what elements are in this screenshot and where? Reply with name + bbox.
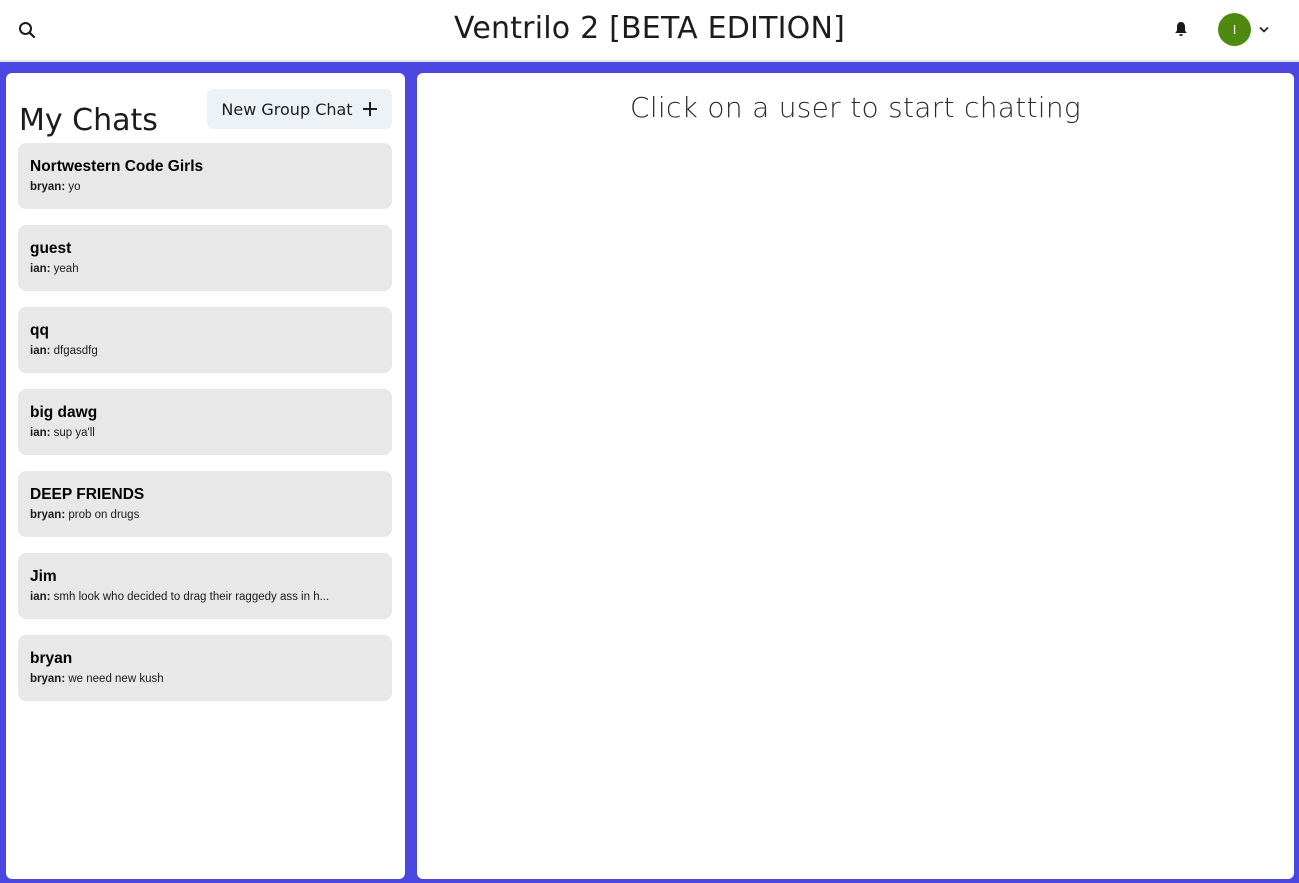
chat-name: Nortwestern Code Girls [30, 158, 204, 175]
chat-item[interactable]: bryan bryan: we need new kush [18, 635, 392, 701]
chat-message: prob on drugs [68, 509, 140, 521]
chat-preview: ian: yeah [30, 261, 380, 277]
my-chats-panel: My Chats New Group Chat Nortwestern Code… [6, 73, 405, 879]
chat-item[interactable]: Jim ian: smh look who decided to drag th… [18, 553, 392, 619]
chat-name: big dawg [30, 404, 98, 421]
chat-item[interactable]: guest ian: yeah [18, 225, 392, 291]
chat-sender: ian: [30, 263, 51, 275]
new-group-chat-button[interactable]: New Group Chat [207, 89, 392, 129]
chat-sender: ian: [30, 591, 51, 603]
chat-name: qq [30, 322, 49, 339]
chat-message: yo [68, 181, 81, 193]
chevron-down-icon [1257, 22, 1271, 36]
chat-sender: bryan: [30, 181, 66, 193]
app-title: Ventrilo 2 [BETA EDITION] [453, 11, 846, 46]
chat-name: DEEP FRIENDS [30, 486, 145, 503]
chat-preview: ian: smh look who decided to drag their … [30, 589, 380, 605]
chat-message: yeah [53, 263, 79, 275]
chat-sender: bryan: [30, 673, 66, 685]
chat-item[interactable]: big dawg ian: sup ya'll [18, 389, 392, 455]
chat-item[interactable]: qq ian: dfgasdfg [18, 307, 392, 373]
bell-icon [1175, 22, 1187, 36]
notifications-button[interactable] [1169, 16, 1193, 42]
chat-name: guest [30, 240, 72, 257]
chat-message: we need new kush [68, 673, 164, 685]
chat-sender: bryan: [30, 509, 66, 521]
workspace: My Chats New Group Chat Nortwestern Code… [0, 62, 1299, 883]
chat-item[interactable]: DEEP FRIENDS bryan: prob on drugs [18, 471, 392, 537]
chat-message: smh look who decided to drag their ragge… [53, 591, 330, 603]
chat-item[interactable]: Nortwestern Code Girls bryan: yo [18, 143, 392, 209]
top-bar: Ventrilo 2 [BETA EDITION] I [0, 0, 1299, 62]
chat-preview: bryan: prob on drugs [30, 507, 380, 523]
chat-preview: ian: dfgasdfg [30, 343, 380, 359]
my-chats-title: My Chats [19, 103, 158, 138]
new-group-chat-label: New Group Chat [221, 99, 353, 119]
chat-sender: ian: [30, 427, 51, 439]
chat-sender: ian: [30, 345, 51, 357]
chat-preview: bryan: yo [30, 179, 380, 195]
chat-preview: bryan: we need new kush [30, 671, 380, 687]
chat-name: Jim [30, 568, 57, 585]
avatar: I [1218, 12, 1251, 46]
profile-menu-button[interactable]: I [1218, 11, 1271, 47]
chat-message: dfgasdfg [53, 345, 98, 357]
chat-panel: Click on a user to start chatting [417, 73, 1294, 879]
chat-preview: ian: sup ya'll [30, 425, 380, 441]
plus-icon [362, 102, 377, 116]
empty-state-message: Click on a user to start chatting [629, 91, 1082, 124]
chat-message: sup ya'll [53, 427, 95, 439]
chat-list: Nortwestern Code Girls bryan: yo guest i… [18, 143, 392, 717]
chat-name: bryan [30, 650, 73, 667]
